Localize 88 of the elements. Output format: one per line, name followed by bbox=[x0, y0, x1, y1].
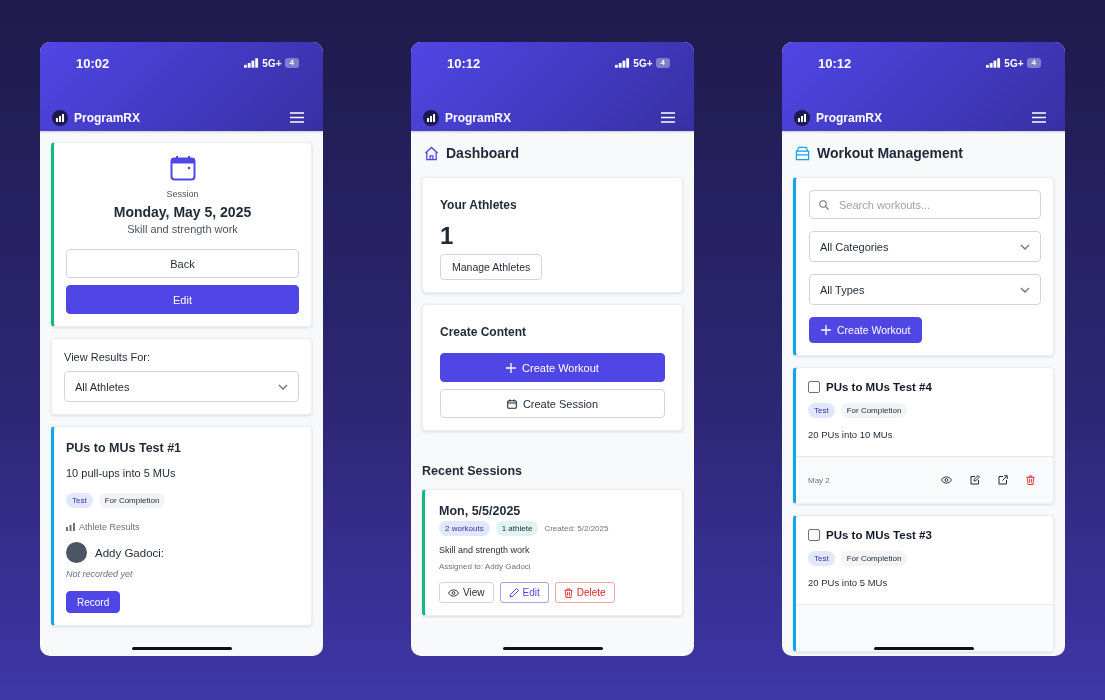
eye-icon bbox=[448, 588, 459, 597]
edit-icon[interactable] bbox=[970, 475, 980, 485]
create-workout-button[interactable]: Create Workout bbox=[809, 317, 923, 343]
tag: For Completion bbox=[840, 403, 908, 418]
signal-icon bbox=[615, 58, 631, 68]
status-time: 10:02 bbox=[76, 55, 110, 71]
network-label: 5G+ bbox=[262, 57, 282, 69]
calendar-icon bbox=[506, 398, 517, 409]
session-date: Monday, May 5, 2025 bbox=[113, 204, 252, 220]
search-icon bbox=[819, 200, 829, 210]
count-badge: 2 workouts bbox=[439, 521, 490, 536]
primary-button[interactable]: Create Workout bbox=[440, 353, 665, 382]
filter-select[interactable]: All Categories bbox=[809, 231, 1041, 262]
plus-icon bbox=[821, 325, 831, 335]
app-name: ProgramRX bbox=[445, 110, 512, 125]
logo-icon bbox=[423, 109, 439, 126]
athlete-count: 1 bbox=[440, 224, 455, 248]
external-link-icon[interactable] bbox=[998, 475, 1008, 485]
avatar-placeholder bbox=[66, 542, 87, 563]
battery-indicator: 4 bbox=[1026, 58, 1041, 68]
eye-icon[interactable] bbox=[941, 476, 952, 484]
signal-icon bbox=[986, 58, 1002, 68]
menu-icon[interactable] bbox=[661, 112, 675, 123]
filter-select[interactable]: All Types bbox=[809, 274, 1041, 305]
calendar-icon bbox=[169, 155, 196, 181]
app-name: ProgramRX bbox=[74, 110, 141, 125]
trash-icon[interactable] bbox=[1026, 475, 1035, 485]
tag: Test bbox=[808, 551, 835, 566]
chevron-down-icon bbox=[1020, 243, 1030, 250]
session-description: Skill and strength work bbox=[439, 545, 531, 555]
view-button[interactable]: View bbox=[439, 582, 494, 603]
battery-indicator: 4 bbox=[655, 58, 670, 68]
network-label: 5G+ bbox=[1004, 57, 1024, 69]
menu-icon[interactable] bbox=[290, 112, 304, 123]
manage-athletes-button[interactable]: Manage Athletes bbox=[440, 254, 543, 280]
count-badge: 1 athlete bbox=[495, 521, 539, 536]
status-time: 10:12 bbox=[818, 55, 852, 71]
results-heading: Athlete Results bbox=[79, 522, 140, 532]
created-date: Created: 5/2/2025 bbox=[544, 524, 609, 533]
filter-label: View Results For: bbox=[64, 351, 151, 363]
stack-icon bbox=[795, 145, 810, 161]
workout-description: 20 PUs into 5 MUs bbox=[808, 577, 889, 588]
trash-icon bbox=[563, 587, 573, 598]
workout-title: PUs to MUs Test #3 bbox=[826, 529, 932, 541]
chevron-down-icon bbox=[1020, 286, 1030, 293]
card-title: Create Content bbox=[440, 325, 527, 339]
tag: Test bbox=[66, 493, 93, 508]
tag: Test bbox=[808, 403, 835, 418]
select-checkbox[interactable] bbox=[808, 381, 820, 393]
workout-title: PUs to MUs Test #1 bbox=[66, 441, 183, 455]
tag: For Completion bbox=[98, 493, 166, 508]
record-button[interactable]: Record bbox=[66, 591, 121, 613]
athlete-name: Addy Gadoci: bbox=[95, 546, 165, 559]
chevron-down-icon bbox=[278, 383, 288, 390]
signal-icon bbox=[244, 58, 260, 68]
page-title: Workout Management bbox=[817, 145, 963, 161]
workout-description: 10 pull-ups into 5 MUs bbox=[66, 467, 177, 479]
primary-button[interactable]: Edit bbox=[66, 285, 299, 314]
workout-date: May 2 bbox=[808, 475, 830, 485]
tag: For Completion bbox=[840, 551, 908, 566]
session-description: Skill and strength work bbox=[127, 223, 238, 235]
card-title: Your Athletes bbox=[440, 198, 518, 212]
secondary-button[interactable]: Back bbox=[66, 249, 299, 278]
network-label: 5G+ bbox=[633, 57, 653, 69]
section-title: Recent Sessions bbox=[422, 464, 524, 478]
logo-icon bbox=[52, 109, 68, 126]
search-field[interactable]: Search workouts... bbox=[809, 190, 1041, 219]
menu-icon[interactable] bbox=[1032, 112, 1046, 123]
assigned-to: Assigned to: Addy Gadoci bbox=[439, 562, 532, 571]
plus-icon bbox=[506, 362, 517, 373]
result-status: Not recorded yet bbox=[66, 569, 134, 579]
workout-description: 20 PUs into 10 MUs bbox=[808, 429, 894, 440]
workout-title: PUs to MUs Test #4 bbox=[826, 381, 932, 393]
status-time: 10:12 bbox=[447, 55, 481, 71]
pencil-icon bbox=[508, 587, 519, 598]
edit-button[interactable]: Edit bbox=[499, 582, 549, 603]
secondary-button[interactable]: Create Session bbox=[440, 389, 665, 418]
delete-button[interactable]: Delete bbox=[554, 582, 615, 603]
page-title: Dashboard bbox=[446, 145, 520, 161]
bar-chart-icon bbox=[66, 523, 75, 531]
athlete-select[interactable]: All Athletes bbox=[64, 371, 299, 402]
session-date: Mon, 5/5/2025 bbox=[439, 504, 522, 518]
home-icon bbox=[424, 145, 439, 161]
select-checkbox[interactable] bbox=[808, 529, 820, 541]
logo-icon bbox=[794, 109, 810, 126]
battery-indicator: 4 bbox=[284, 58, 299, 68]
app-name: ProgramRX bbox=[816, 110, 883, 125]
session-label: Session bbox=[166, 189, 199, 199]
